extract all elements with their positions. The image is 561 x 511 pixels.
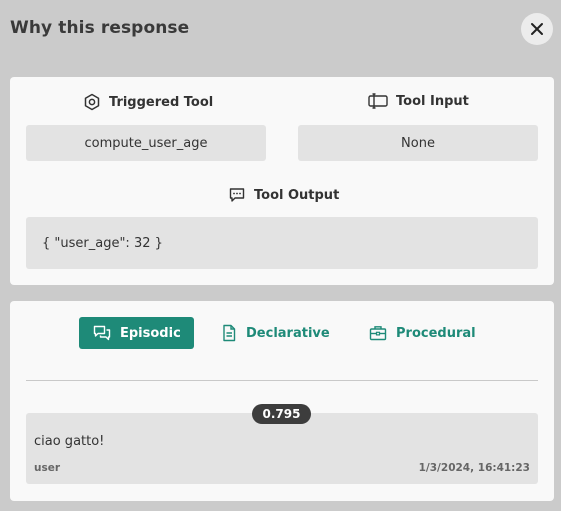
chat-bubbles-icon [93,325,111,341]
memory-timestamp: 1/3/2024, 16:41:23 [418,462,530,474]
tool-input-value: None [298,125,538,161]
dialog-title: Why this response [10,18,190,38]
score-badge: 0.795 [252,404,311,424]
triggered-tool-value: compute_user_age [26,125,266,161]
tool-input-label: Tool Input [396,93,469,109]
document-icon [223,324,236,342]
dialog-header: Why this response [0,0,561,60]
tab-episodic-label: Episodic [120,325,181,341]
triggered-tool-heading: Triggered Tool [83,93,213,111]
close-icon [531,23,543,35]
divider [26,380,538,381]
tool-output-value: { "user_age": 32 } [26,217,538,269]
toolbox-icon [369,326,387,341]
triggered-tool-label: Triggered Tool [109,94,214,110]
tool-input-heading: Tool Input [368,93,469,109]
tool-output-label: Tool Output [254,187,340,203]
message-icon [229,188,245,202]
tab-procedural[interactable]: Procedural [369,317,476,349]
memory-card: Episodic Declarative Procedural ciao gat… [10,301,554,501]
tab-declarative-label: Declarative [246,325,330,341]
memory-tabs: Episodic Declarative Procedural [10,317,554,349]
memory-text: ciao gatto! [34,434,105,449]
input-icon [368,93,388,109]
tab-episodic[interactable]: Episodic [79,317,194,349]
tab-procedural-label: Procedural [396,325,476,341]
tool-card: Triggered Tool compute_user_age Tool Inp… [10,77,554,285]
tool-output-heading: Tool Output [228,186,339,204]
close-button[interactable] [521,13,553,45]
memory-role: user [34,462,61,474]
tab-declarative[interactable]: Declarative [221,317,330,349]
hexagon-icon [84,93,100,111]
